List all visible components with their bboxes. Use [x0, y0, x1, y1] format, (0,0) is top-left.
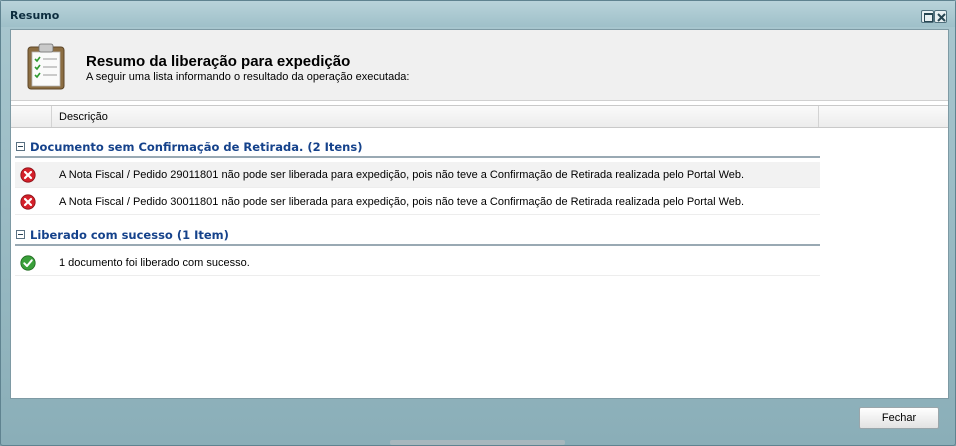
summary-title: Resumo da liberação para expedição — [86, 53, 351, 70]
resize-handle[interactable] — [390, 440, 565, 445]
group-header-success[interactable]: Liberado com sucesso (1 Item) — [15, 226, 820, 246]
title-bar[interactable]: Resumo — [1, 1, 955, 27]
group-label: Documento sem Confirmação de Retirada. (… — [30, 140, 363, 154]
window-title: Resumo — [10, 9, 60, 22]
row-description: A Nota Fiscal / Pedido 29011801 não pode… — [59, 169, 745, 181]
collapse-icon[interactable] — [16, 142, 25, 151]
group-header-error[interactable]: Documento sem Confirmação de Retirada. (… — [15, 138, 820, 158]
summary-subtitle: A seguir uma lista informando o resultad… — [86, 71, 410, 83]
error-icon — [20, 167, 36, 183]
maximize-icon[interactable] — [921, 10, 934, 23]
collapse-icon[interactable] — [16, 230, 25, 239]
content-panel: Resumo da liberação para expedição A seg… — [10, 29, 949, 399]
row-description: 1 documento foi liberado com sucesso. — [59, 257, 250, 269]
dialog-window: Resumo Resumo da liberação para expediçã… — [0, 0, 956, 446]
error-icon — [20, 194, 36, 210]
success-check-icon — [20, 255, 36, 271]
table-row[interactable]: A Nota Fiscal / Pedido 30011801 não pode… — [15, 189, 820, 215]
close-icon[interactable] — [934, 10, 947, 23]
column-separator[interactable] — [51, 106, 52, 127]
column-header-description[interactable]: Descrição — [59, 111, 108, 123]
table-row[interactable]: A Nota Fiscal / Pedido 29011801 não pode… — [15, 162, 820, 188]
summary-header: Resumo da liberação para expedição A seg… — [11, 30, 948, 101]
grid-header: Descrição — [11, 105, 948, 128]
table-row[interactable]: 1 documento foi liberado com sucesso. — [15, 250, 820, 276]
clipboard-checklist-icon — [27, 43, 65, 90]
column-separator[interactable] — [818, 106, 819, 127]
close-button[interactable]: Fechar — [859, 407, 939, 429]
row-description: A Nota Fiscal / Pedido 30011801 não pode… — [59, 196, 745, 208]
group-label: Liberado com sucesso (1 Item) — [30, 228, 229, 242]
